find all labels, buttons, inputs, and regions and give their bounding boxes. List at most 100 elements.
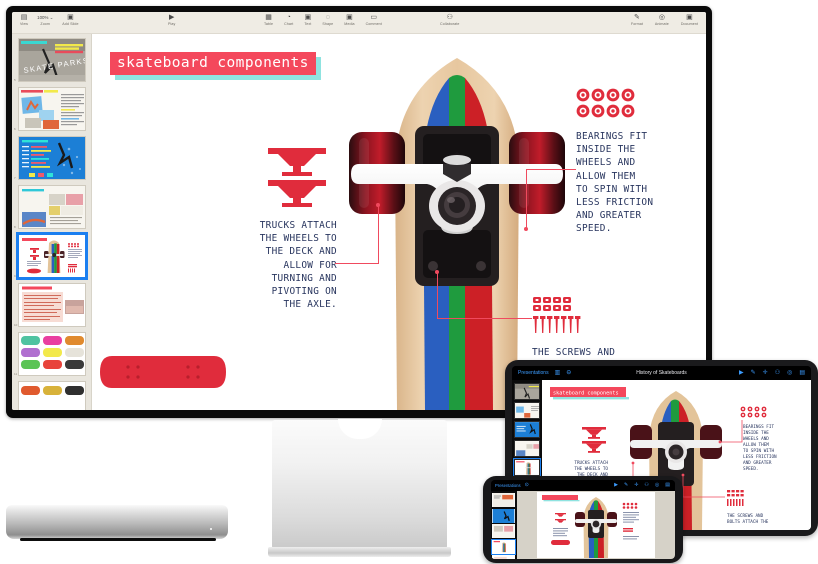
slide-thumbnail-7[interactable] — [18, 136, 86, 180]
slide-thumbnail-8[interactable] — [18, 185, 86, 229]
toolbar-media-button[interactable]: ▣ Media — [344, 14, 354, 27]
caption-trucks[interactable]: TRUCKS ATTACH THE WHEELS TO THE DECK AND… — [207, 219, 337, 311]
ipad-slide-thumbnail[interactable] — [514, 402, 540, 419]
animate-icon: ◎ — [658, 14, 665, 21]
toolbar-collaborate-group: ⚇ Collaborate — [440, 14, 459, 27]
slide-navigator[interactable]: SKATE PARKS 5 6 7 8 9 10 11 — [12, 34, 92, 410]
slide-thumbnail-12[interactable] — [18, 381, 86, 410]
collaborate-icon[interactable]: ⚇ — [644, 482, 648, 488]
ipad-slide-thumbnail[interactable] — [514, 421, 540, 438]
ipad-slide-thumbnail[interactable] — [514, 440, 540, 457]
iphone-current-slide[interactable] — [537, 492, 655, 558]
ipad-back-label[interactable]: Presentations — [518, 370, 549, 376]
svg-text:ALLOW THEM: ALLOW THEM — [743, 442, 769, 448]
slide-thumbnail-item[interactable]: 6 — [14, 87, 86, 131]
toolbar-format-button[interactable]: ✎ Format — [631, 14, 643, 27]
toolbar-document-button[interactable]: ▣ Document — [681, 14, 698, 27]
iphone-slide-canvas[interactable] — [517, 491, 675, 559]
slide-thumbnail-item[interactable]: 11 — [14, 332, 86, 376]
toolbar-shape-button[interactable]: ◌ Shape — [322, 14, 333, 27]
slide-thumbnail-item[interactable]: 7 — [14, 136, 86, 180]
slide-canvas[interactable]: skateboard components TRUCKS ATTACH THE … — [92, 34, 706, 410]
toolbar-comment-button[interactable]: ▭ Comment — [366, 14, 382, 27]
iphone-slide-thumbnail[interactable] — [492, 555, 515, 559]
thumb-skate-parks-art: SKATE PARKS — [19, 39, 85, 81]
play-icon[interactable]: ▶ — [739, 370, 744, 377]
slide-thumbnail-10[interactable] — [18, 283, 86, 327]
bearings-icon — [576, 88, 635, 118]
leader-line-bearings — [526, 169, 576, 171]
keynote-toolbar: ▤ View 100% ⌄ Zoom ▣ Add Slide ▶ Play ▦ … — [12, 12, 706, 34]
thumb-text-list-art — [19, 284, 85, 326]
svg-text:INSIDE THE: INSIDE THE — [743, 430, 769, 436]
animate-icon[interactable]: ◎ — [787, 370, 792, 377]
slide-thumbnail-6[interactable] — [18, 87, 86, 131]
toolbar-view-button[interactable]: ▤ View — [20, 14, 28, 27]
insert-icon[interactable]: ✛ — [763, 370, 768, 377]
document-icon[interactable]: ▤ — [799, 370, 805, 377]
slide-number: 9 — [14, 274, 16, 278]
insert-icon[interactable]: ✛ — [634, 482, 638, 488]
slide-number: 11 — [14, 372, 18, 376]
slide-title[interactable]: skateboard components — [110, 52, 316, 75]
iphone-slide-thumbnail[interactable] — [492, 524, 515, 538]
iphone-slide-navigator[interactable] — [491, 491, 517, 559]
iphone-toolbar-left: Presentations ⊙ — [495, 482, 529, 488]
iphone-back-label[interactable]: Presentations — [495, 483, 521, 488]
toolbar-add-slide-button[interactable]: ▣ Add Slide — [62, 14, 78, 27]
iphone-device: Presentations ⊙ ▶ ✎ ✛ ⚇ ◎ ▤ — [483, 476, 683, 563]
toolbar-chart-button[interactable]: ◔ Chart — [284, 14, 293, 27]
slide-thumbnail-9[interactable] — [16, 232, 88, 280]
ipad-slide-thumbnail[interactable] — [514, 383, 540, 400]
slide-thumbnail-item-selected[interactable]: 9 — [14, 232, 88, 280]
toolbar-format-label: Format — [630, 22, 643, 26]
chevron-down-icon: ⌄ — [49, 15, 54, 20]
play-icon[interactable]: ▶ — [614, 482, 618, 488]
document-icon[interactable]: ▤ — [665, 482, 670, 488]
slide-thumbnail-item[interactable]: 12 — [18, 381, 86, 410]
toolbar-chart-label: Chart — [284, 22, 294, 26]
ipad-toolbar-left: Presentations ▥ ⊖ — [518, 370, 571, 377]
leader-dot-trucks — [376, 203, 380, 207]
more-icon[interactable]: ⊙ — [525, 482, 529, 488]
animate-icon[interactable]: ◎ — [655, 482, 659, 488]
deck-icon — [100, 356, 226, 388]
display-stand — [272, 419, 447, 548]
more-icon[interactable]: ⊖ — [566, 370, 571, 377]
display-stand-base — [268, 547, 451, 557]
iphone-slide-thumbnail-selected[interactable] — [491, 538, 516, 555]
comment-icon: ▭ — [370, 14, 378, 21]
toolbar-collaborate-button[interactable]: ⚇ Collaborate — [440, 14, 459, 27]
svg-text:THE WHEELS TO: THE WHEELS TO — [574, 466, 608, 472]
caption-bearings[interactable]: BEARINGS FIT INSIDE THE WHEELS AND ALLOW… — [576, 130, 706, 236]
svg-text:BEARINGS FIT: BEARINGS FIT — [743, 424, 774, 430]
scene: ▤ View 100% ⌄ Zoom ▣ Add Slide ▶ Play ▦ … — [0, 0, 818, 564]
leader-dot-screws — [435, 270, 439, 274]
slide-thumbnail-11[interactable] — [18, 332, 86, 376]
toolbar-left-group: ▤ View 100% ⌄ Zoom ▣ Add Slide — [20, 14, 79, 27]
toolbar-text-button[interactable]: ▣ Text — [304, 14, 311, 27]
iphone-slide-thumbnail[interactable] — [492, 493, 515, 507]
leader-line-trucks — [335, 263, 379, 265]
slide-thumbnail-item[interactable]: SKATE PARKS 5 — [14, 38, 86, 82]
sidebar-toggle-icon[interactable]: ▥ — [555, 370, 561, 377]
slide-thumbnail-5[interactable]: SKATE PARKS — [18, 38, 86, 82]
iphone-slide-thumbnail[interactable] — [492, 508, 515, 523]
iphone-content — [491, 491, 675, 559]
toolbar-table-button[interactable]: ▦ Table — [264, 14, 273, 27]
collaborate-icon[interactable]: ⚇ — [775, 370, 780, 377]
format-brush-icon[interactable]: ✎ — [751, 370, 756, 377]
slide-number: 5 — [14, 78, 16, 82]
slide-thumbnail-item[interactable]: 8 — [14, 185, 86, 229]
slide-number: 10 — [14, 323, 18, 327]
thumb-deck-grid-2-art — [19, 382, 85, 410]
slide-thumbnail-item[interactable]: 10 — [14, 283, 86, 327]
toolbar-animate-button[interactable]: ◎ Animate — [655, 14, 669, 27]
svg-text:TRUCKS ATTACH: TRUCKS ATTACH — [574, 460, 608, 466]
format-brush-icon[interactable]: ✎ — [624, 482, 628, 488]
toolbar-play-button[interactable]: ▶ Play — [168, 14, 175, 27]
text-icon: ▣ — [304, 14, 312, 21]
ipad-toolbar: Presentations ▥ ⊖ History of Skateboards… — [512, 366, 811, 380]
ipad-slide-thumbnail-selected[interactable] — [513, 458, 541, 477]
toolbar-zoom-control[interactable]: 100% ⌄ Zoom — [37, 14, 53, 27]
